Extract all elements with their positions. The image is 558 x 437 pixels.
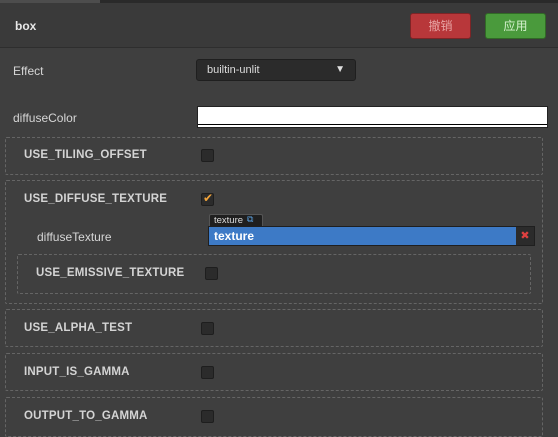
define-section-output-gamma: OUTPUT_TO_GAMMA xyxy=(5,397,543,437)
diffuse-texture-label: diffuseTexture xyxy=(37,230,112,244)
diffuse-color-label: diffuseColor xyxy=(13,111,77,125)
define-checkbox-diffuse-texture[interactable]: ✔ xyxy=(201,191,214,206)
dropdown-caret-icon: ▼ xyxy=(335,64,345,75)
asset-title: box xyxy=(15,19,37,33)
clear-icon[interactable]: ✖ xyxy=(516,227,534,245)
define-label: USE_TILING_OFFSET xyxy=(24,149,147,161)
define-section-tiling-offset: USE_TILING_OFFSET xyxy=(5,137,543,175)
define-checkbox-input-gamma[interactable] xyxy=(201,366,214,379)
define-label: USE_ALPHA_TEST xyxy=(24,322,133,334)
alpha-bar xyxy=(198,124,547,125)
define-checkbox-alpha-test[interactable] xyxy=(201,322,214,335)
revert-button[interactable]: 撤销 xyxy=(410,13,471,39)
effect-label: Effect xyxy=(13,64,44,78)
define-checkbox-tiling-offset[interactable] xyxy=(201,149,214,162)
asset-name: texture xyxy=(214,229,255,243)
define-label: USE_EMISSIVE_TEXTURE xyxy=(36,267,185,279)
define-label: INPUT_IS_GAMMA xyxy=(24,366,130,378)
define-section-input-gamma: INPUT_IS_GAMMA xyxy=(5,353,543,391)
apply-button[interactable]: 应用 xyxy=(485,13,546,39)
checkmark-icon: ✔ xyxy=(203,191,214,205)
diffuse-texture-field[interactable]: texture ✖ xyxy=(208,226,535,246)
external-link-icon[interactable]: ⧉ xyxy=(247,214,253,225)
define-checkbox-output-gamma[interactable] xyxy=(201,410,214,423)
define-section-emissive-texture: USE_EMISSIVE_TEXTURE xyxy=(17,254,531,294)
effect-selected-value: builtin-unlit xyxy=(207,64,260,76)
asset-type-label: texture xyxy=(214,215,244,226)
diffuse-color-swatch[interactable] xyxy=(197,106,548,128)
effect-select[interactable]: builtin-unlit ▼ xyxy=(196,59,356,81)
define-label: USE_DIFFUSE_TEXTURE xyxy=(24,193,168,205)
inspector-header: box 撤销 应用 xyxy=(0,3,558,48)
define-label: OUTPUT_TO_GAMMA xyxy=(24,410,148,422)
define-checkbox-emissive-texture[interactable] xyxy=(205,267,218,280)
define-section-alpha-test: USE_ALPHA_TEST xyxy=(5,309,543,347)
